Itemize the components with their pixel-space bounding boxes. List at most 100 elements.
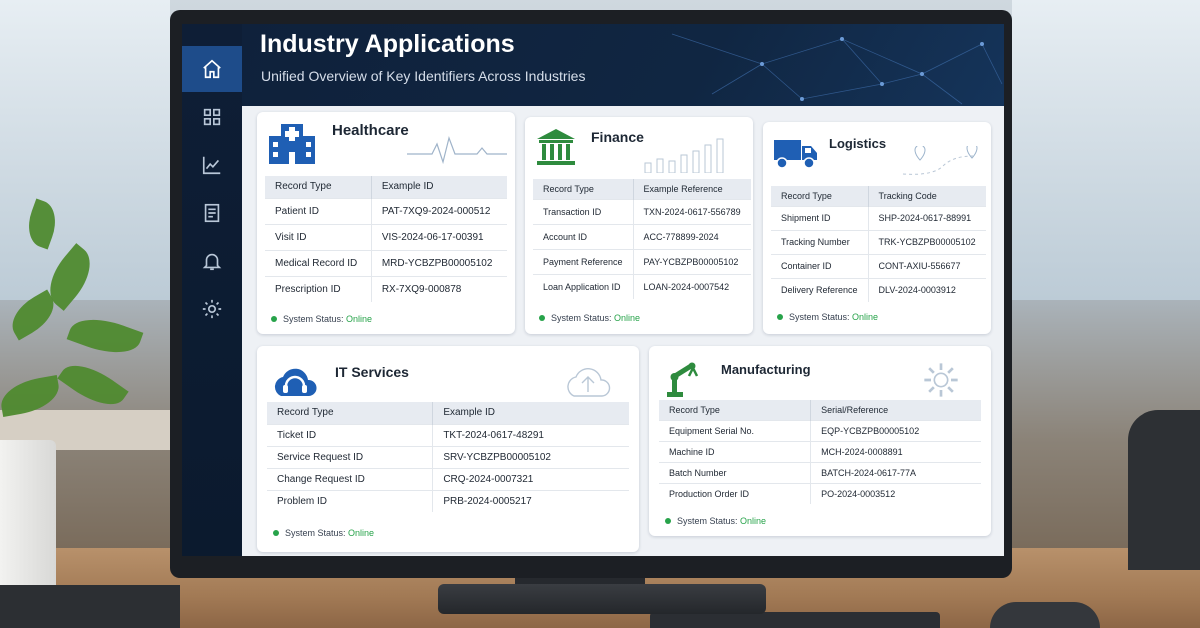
record-type: Container ID: [771, 253, 869, 278]
tracking-code: SHP-2024-0617-88991: [868, 205, 986, 230]
table-row: Delivery Reference DLV-2024-0003912: [771, 277, 986, 302]
gear-outline-icon: [924, 363, 958, 397]
it-services-table: Record Type Example ID Ticket ID TKT-2024…: [267, 402, 629, 512]
column-header: Example Reference: [633, 179, 751, 199]
tracking-code: CONT-AXIU-556677: [868, 253, 986, 278]
table-row: Change Request ID CRQ-2024-0007321: [267, 467, 629, 490]
sidebar-item-home[interactable]: [182, 46, 242, 92]
card-title: Manufacturing: [721, 362, 811, 377]
example-id: RX-7XQ9-000878: [371, 275, 507, 302]
serial-reference: PO-2024-0003512: [810, 482, 981, 504]
bank-icon: [537, 129, 575, 165]
serial-reference: BATCH-2024-0617-77A: [810, 461, 981, 483]
status-label: System Status:: [551, 313, 612, 323]
table-row: Prescription ID RX-7XQ9-000878: [265, 275, 507, 302]
record-type: Prescription ID: [265, 275, 372, 302]
truck-icon: [774, 140, 817, 169]
table-row: Visit ID VIS-2024-06-17-00391: [265, 223, 507, 250]
status-label: System Status:: [285, 528, 346, 538]
example-id: VIS-2024-06-17-00391: [371, 223, 507, 250]
record-type: Change Request ID: [267, 467, 434, 490]
mouse: [990, 602, 1100, 628]
status-indicator: System Status: Online: [273, 528, 374, 538]
table-row: Tracking Number TRK-YCBZPB00005102: [771, 229, 986, 254]
record-type: Transaction ID: [533, 198, 634, 224]
keyboard: [650, 612, 940, 628]
card-title: Logistics: [829, 136, 887, 151]
table-row: Payment Reference PAY-YCBZPB00005102: [533, 248, 751, 274]
logistics-table: Record Type Tracking Code Shipment ID SHP…: [771, 186, 986, 302]
hospital-icon: [269, 124, 315, 164]
record-type: Visit ID: [265, 223, 372, 250]
sidebar-item-settings[interactable]: [182, 286, 242, 332]
record-type: Shipment ID: [771, 205, 869, 230]
column-header: Serial/Reference: [810, 400, 981, 420]
record-type: Tracking Number: [771, 229, 869, 254]
card-finance: Finance Record Type Example Reference Tr…: [525, 117, 753, 334]
card-healthcare: Healthcare Record Type Example ID Patien…: [257, 112, 515, 334]
status-value: Online: [740, 516, 767, 526]
status-indicator: System Status: Online: [665, 516, 766, 526]
column-header: Record Type: [265, 176, 372, 198]
bell-icon: [202, 253, 222, 271]
status-dot: [271, 316, 277, 322]
status-dot: [539, 315, 545, 321]
sidebar-item-documents[interactable]: [182, 190, 242, 236]
table-row: Problem ID PRB-2024-0005217: [267, 489, 629, 512]
example-reference: TXN-2024-0617-556789: [633, 198, 751, 224]
column-header: Example ID: [371, 176, 507, 198]
document-icon: [204, 203, 220, 223]
record-type: Production Order ID: [659, 482, 812, 504]
example-reference: LOAN-2024-0007542: [633, 273, 751, 299]
record-type: Delivery Reference: [771, 277, 869, 302]
card-title: IT Services: [335, 364, 409, 380]
sidebar-item-notifications[interactable]: [182, 238, 242, 284]
table-row: Loan Application ID LOAN-2024-0007542: [533, 273, 751, 299]
card-manufacturing: Manufacturing Record Type Serial/Referen…: [649, 346, 991, 536]
table-row: Transaction ID TXN-2024-0617-556789: [533, 198, 751, 224]
table-row: Machine ID MCH-2024-0008891: [659, 440, 981, 462]
page-header: Industry Applications Unified Overview o…: [242, 24, 1004, 106]
table-row: Patient ID PAT-7XQ9-2024-000512: [265, 197, 507, 224]
sidebar: [182, 24, 242, 556]
table-row: Ticket ID TKT-2024-0617-48291: [267, 423, 629, 446]
gear-icon: [202, 299, 222, 319]
cloud-upload-icon: [567, 368, 611, 397]
healthcare-table: Record Type Example ID Patient ID PAT-7XQ…: [265, 176, 507, 302]
grid-icon: [203, 108, 221, 126]
cloud-headset-icon: [274, 368, 317, 396]
chart-icon: [202, 156, 221, 175]
column-header: Tracking Code: [868, 186, 986, 206]
example-id: CRQ-2024-0007321: [432, 467, 629, 490]
status-label: System Status:: [283, 314, 344, 324]
record-type: Account ID: [533, 223, 634, 249]
table-row: Account ID ACC-778899-2024: [533, 223, 751, 249]
status-label: System Status:: [789, 312, 850, 322]
sidebar-item-analytics[interactable]: [182, 142, 242, 188]
example-id: PAT-7XQ9-2024-000512: [371, 197, 507, 224]
example-reference: PAY-YCBZPB00005102: [633, 248, 751, 274]
column-header: Record Type: [267, 402, 434, 424]
status-indicator: System Status: Online: [777, 312, 878, 322]
route-pin-icon: [902, 146, 978, 175]
column-header: Record Type: [659, 400, 812, 420]
sidebar-item-dashboard[interactable]: [182, 94, 242, 140]
example-id: MRD-YCBZPB00005102: [371, 249, 507, 276]
table-row: Medical Record ID MRD-YCBZPB00005102: [265, 249, 507, 276]
status-value: Online: [346, 314, 373, 324]
tracking-code: DLV-2024-0003912: [868, 277, 986, 302]
card-logistics: Logistics Record Type Tracking Code Ship…: [763, 122, 991, 334]
status-value: Online: [348, 528, 375, 538]
record-type: Equipment Serial No.: [659, 419, 812, 441]
status-value: Online: [852, 312, 879, 322]
status-label: System Status:: [677, 516, 738, 526]
monitor-stand-base: [438, 584, 766, 614]
plant-leaf: [66, 308, 144, 364]
record-type: Service Request ID: [267, 445, 434, 468]
robot-arm-icon: [667, 362, 699, 397]
table-row: Batch Number BATCH-2024-0617-77A: [659, 461, 981, 483]
book: [0, 585, 180, 628]
office-chair: [1128, 410, 1200, 570]
record-type: Machine ID: [659, 440, 812, 462]
finance-table: Record Type Example Reference Transactio…: [533, 179, 751, 299]
